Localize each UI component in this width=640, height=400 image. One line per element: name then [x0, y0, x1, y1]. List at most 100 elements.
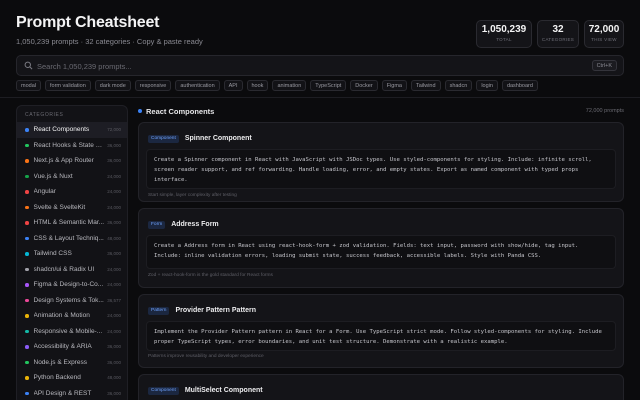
sidebar-item-label: Next.js & App Router [33, 157, 94, 165]
category-color-dot [25, 283, 29, 287]
card-badge: Component [148, 134, 179, 143]
prompt-card[interactable]: Component Spinner Component Create a Spi… [138, 122, 624, 202]
sidebar-item-label: shadcn/ui & Radix UI [33, 265, 95, 273]
prompt-card[interactable]: Form Address Form Create a Address form … [138, 208, 624, 288]
sidebar-item-count: 36,000 [107, 142, 121, 148]
category-color-dot [25, 236, 29, 240]
section-count: 72,000 prompts [585, 108, 624, 114]
sidebar-item-label: API Design & REST [33, 389, 92, 397]
prompt-text[interactable]: Create a Address form in React using rea… [146, 235, 616, 269]
stat-categories: 32 CATEGORIES [537, 20, 579, 48]
tag-chip[interactable]: modal [16, 80, 41, 91]
tag-chip[interactable]: dashboard [501, 80, 538, 91]
sidebar-item-label: Accessibility & ARIA [33, 343, 92, 351]
sidebar-item-label: Responsive & Mobile-... [33, 327, 103, 335]
sidebar-heading: CATEGORIES [25, 112, 64, 118]
category-color-dot [25, 298, 29, 302]
sidebar-item[interactable]: API Design & REST 36,000 [17, 386, 127, 400]
prompt-text[interactable]: Create a Spinner component in React with… [146, 149, 616, 189]
sidebar-item-count: 24,000 [107, 282, 121, 288]
sidebar-item[interactable]: Next.js & App Router 36,000 [17, 153, 127, 169]
sidebar-item-count: 24,000 [107, 173, 121, 179]
category-color-dot [25, 376, 29, 380]
sidebar-item-label: Tailwind CSS [33, 250, 72, 258]
tag-chip[interactable]: TypeScript [310, 80, 347, 91]
category-sidebar: CATEGORIES React Components 72,000 React H… [16, 105, 128, 400]
tag-chip[interactable]: responsive [134, 80, 172, 91]
card-title: Spinner Component [184, 135, 252, 142]
shortcut-hint: Ctrl+K [591, 60, 617, 71]
section-title: React Components [146, 106, 215, 116]
sidebar-item[interactable]: Vue.js & Nuxt 24,000 [17, 169, 127, 185]
page-header: Prompt Cheatsheet 1,050,239 prompts · 32… [16, 14, 624, 50]
prompt-text[interactable]: Implement the Provider Pattern pattern i… [146, 321, 616, 351]
sidebar-item[interactable]: Design Systems & Tok... 36,577 [17, 293, 127, 309]
sidebar-item-label: HTML & Semantic Mar... [33, 219, 105, 227]
sidebar-item[interactable]: Node.js & Express 36,000 [17, 355, 127, 371]
stat-total: 1,050,239 TOTAL [476, 20, 532, 48]
category-color-dot [25, 267, 29, 271]
sidebar-item[interactable]: HTML & Semantic Mar... 36,000 [17, 215, 127, 231]
section-header: React Components 72,000 prompts [138, 105, 624, 117]
sidebar-item[interactable]: Svelte & SvelteKit 24,000 [17, 200, 127, 216]
tag-chip[interactable]: Docker [350, 80, 378, 91]
sidebar-item[interactable]: React Hooks & State Ma... 36,000 [17, 138, 127, 154]
sidebar-item[interactable]: Figma & Design-to-Co... 24,000 [17, 277, 127, 293]
card-note: Patterns improve reusability and develop… [148, 354, 264, 359]
card-title: Address Form [171, 221, 219, 228]
stat-value: 72,000 [588, 24, 620, 35]
sidebar-item-count: 24,000 [107, 328, 121, 334]
tag-chip[interactable]: authentication [175, 80, 220, 91]
prompt-card[interactable]: Component MultiSelect Component [138, 374, 624, 400]
sidebar-item-count: 36,577 [107, 297, 121, 303]
section-dot [138, 109, 142, 113]
category-color-dot [25, 174, 29, 178]
stats-group: 1,050,239 TOTAL 32 CATEGORIES 72,000 THI… [476, 20, 624, 48]
tag-chip[interactable]: API [223, 80, 243, 91]
card-header: Component Spinner Component [148, 133, 252, 144]
category-color-dot [25, 190, 29, 194]
sidebar-item-label: Animation & Motion [33, 312, 90, 320]
sidebar-item[interactable]: Python Backend 48,000 [17, 370, 127, 386]
stat-label: CATEGORIES [541, 37, 575, 42]
search-icon [24, 61, 33, 70]
stat-label: THIS VIEW [591, 37, 617, 42]
category-list: React Components 72,000 React Hooks & Stat… [17, 122, 127, 400]
sidebar-item-count: 24,000 [107, 313, 121, 319]
sidebar-item-count: 36,000 [107, 390, 121, 396]
sidebar-item[interactable]: Animation & Motion 24,000 [17, 308, 127, 324]
sidebar-item[interactable]: Angular 24,000 [17, 184, 127, 200]
card-badge: Pattern [148, 306, 170, 315]
tag-chip[interactable]: dark mode [94, 80, 131, 91]
sidebar-item[interactable]: React Components 72,000 [17, 122, 127, 138]
sidebar-item-count: 24,000 [107, 204, 121, 210]
card-badge: Component [148, 386, 179, 395]
tag-chip[interactable]: login [476, 80, 498, 91]
sidebar-item[interactable]: Tailwind CSS 36,000 [17, 246, 127, 262]
card-title: Provider Pattern Pattern [175, 307, 256, 314]
sidebar-item-count: 36,000 [107, 220, 121, 226]
card-title: MultiSelect Component [184, 387, 263, 394]
card-badge: Form [148, 220, 166, 229]
prompt-card[interactable]: Pattern Provider Pattern Pattern Impleme… [138, 294, 624, 368]
tag-chip[interactable]: Figma [381, 80, 407, 91]
sidebar-item[interactable]: Accessibility & ARIA 36,000 [17, 339, 127, 355]
sidebar-item[interactable]: Responsive & Mobile-... 24,000 [17, 324, 127, 340]
tag-chip[interactable]: hook [246, 80, 269, 91]
stat-value: 32 [552, 24, 564, 35]
category-color-dot [25, 205, 29, 209]
sidebar-item-label: Figma & Design-to-Co... [33, 281, 104, 289]
sidebar-item-count: 24,000 [107, 266, 121, 272]
search-input[interactable] [37, 59, 557, 73]
tag-chip[interactable]: form validation [44, 80, 91, 91]
card-header: Pattern Provider Pattern Pattern [148, 305, 256, 316]
tag-chip[interactable]: animation [272, 80, 307, 91]
sidebar-item-count: 72,000 [107, 127, 121, 133]
search-bar: Ctrl+K [16, 55, 624, 76]
tag-chip[interactable]: shadcn [444, 80, 473, 91]
sidebar-item[interactable]: shadcn/ui & Radix UI 24,000 [17, 262, 127, 278]
header-divider [0, 97, 640, 98]
tag-chip[interactable]: Tailwind [410, 80, 441, 91]
sidebar-item-count: 48,000 [107, 235, 121, 241]
sidebar-item[interactable]: CSS & Layout Techniq... 48,000 [17, 231, 127, 247]
